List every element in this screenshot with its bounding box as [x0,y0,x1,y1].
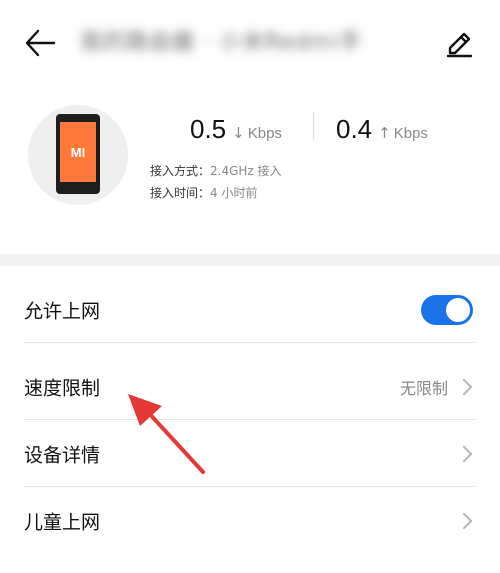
section-divider [0,254,500,266]
speed-separator [313,112,314,140]
device-info-section: MI 0.5 ↓ Kbps 0.4 ↑ Kbps 接入方式：2.4GHz 接入 … [0,100,500,250]
allow-internet-toggle[interactable] [421,295,473,325]
access-mode: 接入方式：2.4GHz 接入 [150,164,282,178]
speed-limit-value: 无限制 [399,379,448,398]
phone-icon: MI [56,114,100,194]
allow-internet-row[interactable]: 允许上网 [0,277,500,343]
chevron-right-icon [455,378,473,396]
toggle-knob [446,298,470,322]
upload-arrow-icon: ↑ [378,124,391,142]
access-time: 接入时间：4 小时前 [150,186,258,200]
download-arrow-icon: ↓ [232,124,245,142]
chevron-right-icon [455,512,473,530]
device-avatar: MI [28,105,128,205]
speed-limit-row[interactable]: 速度限制 无限制 [0,354,500,420]
upload-speed: 0.4 ↑ Kbps [336,114,428,144]
top-bar: 我的路由器 · 小米Redmi手机 [0,0,500,88]
kids-internet-row[interactable]: 儿童上网 [0,488,500,554]
back-arrow-icon[interactable] [24,28,56,58]
device-name-title: 我的路由器 · 小米Redmi手机 [80,30,364,55]
chevron-right-icon [455,445,473,463]
mi-logo: MI [70,144,86,160]
edit-pencil-icon[interactable] [444,29,474,59]
device-details-row[interactable]: 设备详情 [0,421,500,487]
download-speed: 0.5 ↓ Kbps [190,114,282,144]
